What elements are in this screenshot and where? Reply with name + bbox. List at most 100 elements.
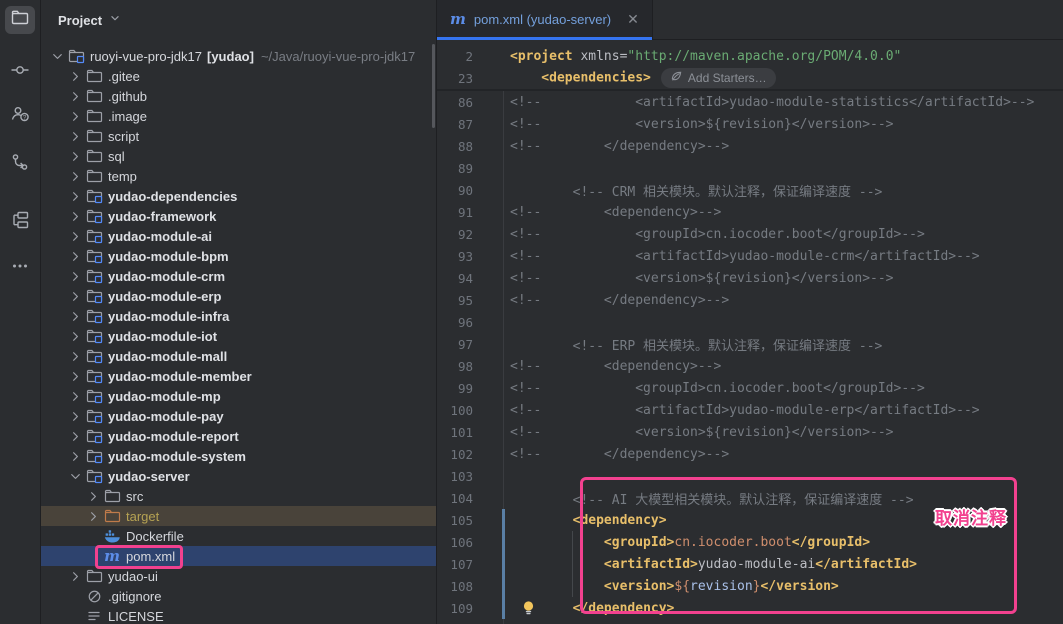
tree-item-yudao-module-mall[interactable]: yudao-module-mall xyxy=(41,346,436,366)
activity-bar-button-pull-requests[interactable]: ? xyxy=(5,102,35,130)
chevron-right-icon[interactable] xyxy=(67,69,83,84)
activity-bar-button-structure[interactable] xyxy=(5,208,35,236)
chevron-down-icon[interactable] xyxy=(49,49,65,64)
code-line-2[interactable]: 2<project xmlns="http://maven.apache.org… xyxy=(437,45,1063,67)
chevron-right-icon[interactable] xyxy=(67,449,83,464)
chevron-right-icon[interactable] xyxy=(67,89,83,104)
activity-bar-button-project[interactable] xyxy=(5,6,35,34)
chevron-right-icon[interactable] xyxy=(67,329,83,344)
tree-item-yudao-ui[interactable]: yudao-ui xyxy=(41,566,436,586)
tree-item-dockerfile[interactable]: Dockerfile xyxy=(41,526,436,546)
code-line-109[interactable]: 109 </dependency> xyxy=(437,597,1063,619)
chevron-down-icon[interactable] xyxy=(67,469,83,484)
tree-item-script[interactable]: script xyxy=(41,126,436,146)
chevron-right-icon[interactable] xyxy=(67,389,83,404)
code-line-102[interactable]: 102<!-- </dependency>--> xyxy=(437,443,1063,465)
code-line-104[interactable]: 104 <!-- AI 大模型相关模块。默认注释，保证编译速度 --> xyxy=(437,487,1063,509)
maven-icon: m xyxy=(103,549,121,564)
chevron-right-icon[interactable] xyxy=(67,269,83,284)
module-folder-icon xyxy=(85,408,103,424)
tree-item-yudao-module-system[interactable]: yudao-module-system xyxy=(41,446,436,466)
code-line-106[interactable]: 106 <groupId>cn.iocoder.boot</groupId> xyxy=(437,531,1063,553)
tree-item-yudao-dependencies[interactable]: yudao-dependencies xyxy=(41,186,436,206)
chevron-right-icon[interactable] xyxy=(67,229,83,244)
tab-pom-xml[interactable]: m pom.xml (yudao-server) ✕ xyxy=(437,0,653,39)
chevron-right-icon[interactable] xyxy=(85,509,101,524)
tree-item-yudao-module-iot[interactable]: yudao-module-iot xyxy=(41,326,436,346)
code-line-107[interactable]: 107 <artifactId>yudao-module-ai</artifac… xyxy=(437,553,1063,575)
code-line-23[interactable]: 23 <dependencies>Add Starters… xyxy=(437,67,1063,89)
tree-item--image[interactable]: .image xyxy=(41,106,436,126)
chevron-right-icon[interactable] xyxy=(67,249,83,264)
line-number: 99 xyxy=(437,381,473,396)
tree-item-ruoyi-vue-pro-jdk17[interactable]: ruoyi-vue-pro-jdk17[yudao]~/Java/ruoyi-v… xyxy=(41,46,436,66)
tree-item--github[interactable]: .github xyxy=(41,86,436,106)
tree-item-temp[interactable]: temp xyxy=(41,166,436,186)
code-line-105[interactable]: 105 <dependency> xyxy=(437,509,1063,531)
project-panel-header[interactable]: Project xyxy=(41,0,436,40)
activity-bar-button-version-control[interactable] xyxy=(5,150,35,178)
chevron-right-icon[interactable] xyxy=(67,189,83,204)
code-line-108[interactable]: 108 <version>${revision}</version> xyxy=(437,575,1063,597)
code-line-97[interactable]: 97 <!-- ERP 相关模块。默认注释，保证编译速度 --> xyxy=(437,333,1063,355)
tree-item-yudao-framework[interactable]: yudao-framework xyxy=(41,206,436,226)
leaf-icon xyxy=(670,70,683,86)
code-line-94[interactable]: 94<!-- <version>${revision}</version>--> xyxy=(437,267,1063,289)
code-line-91[interactable]: 91<!-- <dependency>--> xyxy=(437,201,1063,223)
chevron-right-icon[interactable] xyxy=(67,109,83,124)
chevron-right-icon[interactable] xyxy=(67,409,83,424)
chevron-down-icon xyxy=(108,11,122,30)
tree-item-sql[interactable]: sql xyxy=(41,146,436,166)
code-line-103[interactable]: 103 xyxy=(437,465,1063,487)
code-line-87[interactable]: 87<!-- <version>${revision}</version>--> xyxy=(437,113,1063,135)
tree-item--gitee[interactable]: .gitee xyxy=(41,66,436,86)
tree-item-yudao-module-report[interactable]: yudao-module-report xyxy=(41,426,436,446)
activity-bar-button-commit[interactable] xyxy=(5,58,35,86)
code-line-89[interactable]: 89 xyxy=(437,157,1063,179)
tree-item-yudao-module-pay[interactable]: yudao-module-pay xyxy=(41,406,436,426)
code-line-100[interactable]: 100<!-- <artifactId>yudao-module-erp</ar… xyxy=(437,399,1063,421)
code-line-110[interactable]: 110 xyxy=(437,619,1063,624)
code-line-93[interactable]: 93<!-- <artifactId>yudao-module-crm</art… xyxy=(437,245,1063,267)
code-area[interactable]: 86<!-- <artifactId>yudao-module-statisti… xyxy=(437,91,1063,624)
add-starters-inlay[interactable]: Add Starters… xyxy=(661,68,776,88)
code-line-92[interactable]: 92<!-- <groupId>cn.iocoder.boot</groupId… xyxy=(437,223,1063,245)
code-line-99[interactable]: 99<!-- <groupId>cn.iocoder.boot</groupId… xyxy=(437,377,1063,399)
chevron-right-icon[interactable] xyxy=(67,289,83,304)
svg-text:?: ? xyxy=(22,114,26,121)
chevron-right-icon[interactable] xyxy=(67,429,83,444)
code-line-98[interactable]: 98<!-- <dependency>--> xyxy=(437,355,1063,377)
code-line-96[interactable]: 96 xyxy=(437,311,1063,333)
panel-scrollbar-thumb[interactable] xyxy=(432,44,435,128)
code-line-88[interactable]: 88<!-- </dependency>--> xyxy=(437,135,1063,157)
close-icon[interactable]: ✕ xyxy=(627,11,639,28)
code-line-101[interactable]: 101<!-- <version>${revision}</version>--… xyxy=(437,421,1063,443)
tree-item-yudao-module-crm[interactable]: yudao-module-crm xyxy=(41,266,436,286)
tree-item-yudao-module-mp[interactable]: yudao-module-mp xyxy=(41,386,436,406)
tree-item-yudao-module-bpm[interactable]: yudao-module-bpm xyxy=(41,246,436,266)
tree-item-license[interactable]: LICENSE xyxy=(41,606,436,624)
tree-item--gitignore[interactable]: .gitignore xyxy=(41,586,436,606)
chevron-right-icon[interactable] xyxy=(67,309,83,324)
tree-item-src[interactable]: src xyxy=(41,486,436,506)
code-line-90[interactable]: 90 <!-- CRM 相关模块。默认注释，保证编译速度 --> xyxy=(437,179,1063,201)
tree-item-yudao-server[interactable]: yudao-server xyxy=(41,466,436,486)
tree-item-yudao-module-erp[interactable]: yudao-module-erp xyxy=(41,286,436,306)
chevron-right-icon[interactable] xyxy=(67,149,83,164)
intention-bulb-icon[interactable] xyxy=(521,600,536,620)
code-line-86[interactable]: 86<!-- <artifactId>yudao-module-statisti… xyxy=(437,91,1063,113)
tree-item-target[interactable]: target xyxy=(41,506,436,526)
tree-item-yudao-module-infra[interactable]: yudao-module-infra xyxy=(41,306,436,326)
chevron-right-icon[interactable] xyxy=(67,569,83,584)
chevron-right-icon[interactable] xyxy=(67,349,83,364)
chevron-right-icon[interactable] xyxy=(67,169,83,184)
chevron-right-icon[interactable] xyxy=(67,369,83,384)
tree-item-pom-xml[interactable]: mpom.xml xyxy=(41,546,436,566)
chevron-right-icon[interactable] xyxy=(67,129,83,144)
code-line-95[interactable]: 95<!-- </dependency>--> xyxy=(437,289,1063,311)
tree-item-yudao-module-ai[interactable]: yudao-module-ai xyxy=(41,226,436,246)
chevron-right-icon[interactable] xyxy=(85,489,101,504)
tree-item-yudao-module-member[interactable]: yudao-module-member xyxy=(41,366,436,386)
chevron-right-icon[interactable] xyxy=(67,209,83,224)
activity-bar-button-more-tool-windows[interactable] xyxy=(5,254,35,282)
